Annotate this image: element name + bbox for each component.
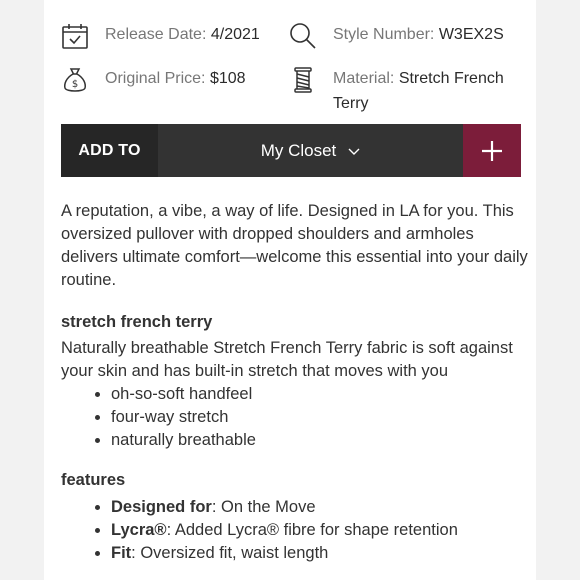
feature-label: Designed for [111,498,212,516]
closet-dropdown-label: My Closet [260,140,337,160]
plus-icon [482,140,502,161]
list-item: Lycra®: Added Lycra® fibre for shape ret… [111,519,531,542]
fabric-section-title: stretch french terry [61,313,213,331]
chevron-down-icon [348,148,360,155]
closet-dropdown[interactable]: My Closet [158,124,463,177]
release-date-row: Release Date: 4/2021 [61,22,260,50]
features-section-title: features [61,471,126,489]
features-list: Designed for: On the Move Lycra®: Added … [61,496,531,565]
original-price-value: $108 [209,70,246,87]
material-value-line2: Terry [333,95,369,112]
style-number-label: Style Number: [333,26,435,43]
style-number-row: Style Number: W3EX2S [289,22,504,50]
search-icon [290,23,316,49]
add-to-label: ADD TO [61,124,158,177]
list-item: oh-so-soft handfeel [111,383,531,406]
list-item: Designed for: On the Move [111,496,531,519]
release-date-value: 4/2021 [210,26,260,43]
feature-text: : On the Move [211,498,316,516]
fabric-bullet-list: oh-so-soft handfeel four-way stretch nat… [61,383,531,452]
list-item: four-way stretch [111,406,531,429]
fabric-description: Naturally breathable Stretch French Terr… [61,339,513,380]
list-item: naturally breathable [111,429,531,452]
material-label: Material: [333,70,395,87]
add-to-closet-bar: ADD TO My Closet [61,124,521,177]
list-item: Fit: Oversized fit, waist length [111,542,531,565]
add-to-closet-button[interactable] [463,124,521,177]
money-bag-icon: $ [64,68,86,92]
release-date-label: Release Date: [105,26,207,43]
thread-spool-icon [294,67,312,93]
product-description: A reputation, a vibe, a way of life. Des… [61,200,531,565]
style-number-value: W3EX2S [438,26,504,43]
svg-text:$: $ [72,79,78,90]
feature-text: : Oversized fit, waist length [131,544,329,562]
feature-label: Lycra® [111,521,167,539]
original-price-row: $ Original Price: $108 [61,66,246,94]
feature-label: Fit [111,544,132,562]
material-value-line1: Stretch French [398,70,504,87]
description-intro: A reputation, a vibe, a way of life. Des… [61,202,528,289]
calendar-icon [62,24,88,49]
material-row: Material: Stretch French Terry [289,66,504,116]
original-price-label: Original Price: [105,70,206,87]
feature-text: : Added Lycra® fibre for shape retention [166,521,458,539]
